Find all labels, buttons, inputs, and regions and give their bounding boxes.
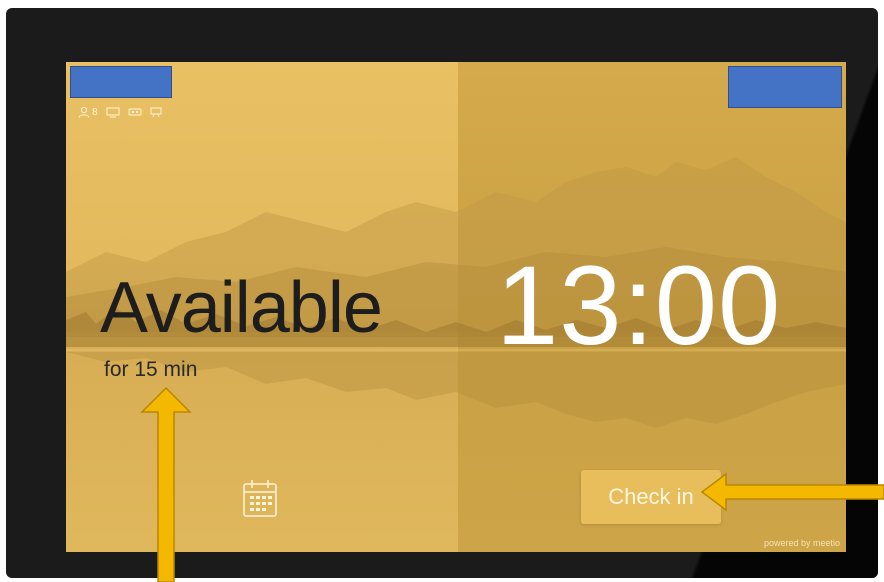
current-time: 13:00: [496, 243, 782, 368]
powered-by-label: powered by meetio: [763, 538, 840, 548]
availability-duration: for 15 min: [104, 358, 198, 381]
amenities-bar: 8: [78, 106, 162, 118]
capacity-count: 8: [92, 106, 98, 118]
person-icon: [78, 106, 90, 118]
projector-icon: [150, 107, 162, 118]
redacted-logo: [728, 66, 842, 108]
capacity-amenity: 8: [78, 106, 98, 118]
videoconference-icon: [128, 108, 142, 116]
annotation-arrow-left: [700, 472, 884, 512]
projector-amenity: [150, 106, 162, 118]
annotation-arrow-up: [140, 386, 192, 582]
calendar-icon: [243, 480, 277, 517]
redacted-room-name: [70, 66, 172, 98]
calendar-button[interactable]: [242, 478, 278, 518]
display-amenity: [106, 107, 120, 118]
display-icon: [106, 107, 120, 117]
videoconference-amenity: [128, 107, 142, 117]
room-status: Available: [100, 268, 383, 348]
